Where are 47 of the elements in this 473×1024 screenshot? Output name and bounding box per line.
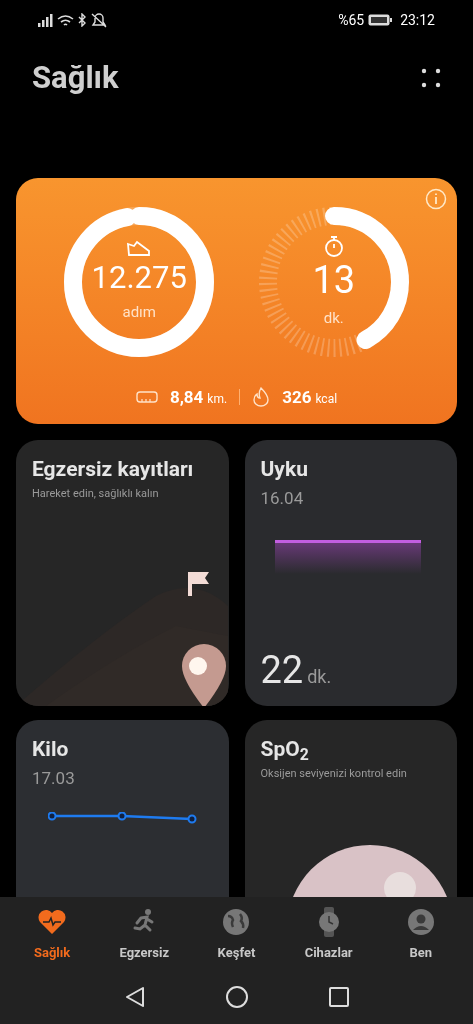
spo2-card[interactable]: SpO$_{2}$ Oksijen seviyenizi kontrol edin bbox=[244, 720, 457, 897]
globe-icon bbox=[222, 908, 251, 936]
weight-card[interactable]: Kilo 17.03 bbox=[16, 720, 229, 897]
card-subtitle: Hareket edin, sağlıklı kalın bbox=[32, 486, 160, 503]
distance-value: 8,84 bbox=[169, 385, 204, 409]
card-title: Egzersiz kayıtları bbox=[32, 456, 195, 483]
watch-icon bbox=[317, 907, 340, 937]
steps-value: 12.275 bbox=[91, 262, 187, 294]
wifi-icon bbox=[57, 14, 74, 26]
recents-icon[interactable] bbox=[327, 986, 350, 1008]
page-title: Sağlık bbox=[32, 57, 119, 98]
ruler-icon bbox=[135, 390, 158, 405]
battery-percent: %65 bbox=[338, 10, 365, 30]
exercise-card[interactable]: Egzersiz kayıtları Hareket edin, sağlıklı kalın bbox=[16, 440, 229, 706]
card-date: 17.03 bbox=[32, 767, 76, 791]
home-icon[interactable] bbox=[225, 986, 248, 1008]
more-icon[interactable] bbox=[421, 68, 441, 88]
battery-icon bbox=[368, 14, 393, 26]
clock: 23:12 bbox=[400, 10, 435, 30]
card-date: 16.04 bbox=[260, 487, 305, 511]
card-title: Uyku bbox=[260, 456, 309, 483]
muted-bell-icon bbox=[91, 12, 107, 28]
nav-tab[interactable]: Cihazlar bbox=[288, 907, 369, 963]
minutes-unit: dk. bbox=[323, 307, 344, 329]
minutes-value: 13 bbox=[312, 260, 356, 299]
signal-icon bbox=[38, 13, 53, 27]
distance-unit: km. bbox=[207, 390, 228, 408]
nav-tab[interactable]: Ben bbox=[380, 907, 461, 963]
flame-icon bbox=[252, 387, 271, 408]
profile-icon bbox=[406, 908, 435, 936]
nav-tab[interactable]: Egzersiz bbox=[104, 907, 185, 963]
card-subtitle: Oksijen seviyenizi kontrol edin bbox=[260, 766, 408, 783]
sleep-card[interactable]: Uyku 16.04 22 dk. bbox=[244, 440, 457, 706]
card-title: Kilo bbox=[32, 736, 70, 763]
sleep-value: 22 bbox=[260, 651, 304, 689]
stopwatch-icon bbox=[323, 234, 344, 257]
back-icon[interactable] bbox=[123, 986, 146, 1008]
steps-unit: adım bbox=[122, 302, 156, 324]
card-title: SpO$_{2}$ bbox=[260, 736, 310, 763]
heart-icon bbox=[37, 909, 68, 935]
sleep-unit: dk. bbox=[307, 665, 332, 689]
calories-value: 326 bbox=[282, 385, 312, 409]
calories-unit: kcal bbox=[315, 390, 338, 408]
nav-tab[interactable]: Sağlık bbox=[12, 907, 93, 963]
nav-tab[interactable]: Keşfet bbox=[196, 907, 277, 963]
bluetooth-icon bbox=[78, 13, 87, 27]
shoe-icon bbox=[126, 240, 153, 259]
